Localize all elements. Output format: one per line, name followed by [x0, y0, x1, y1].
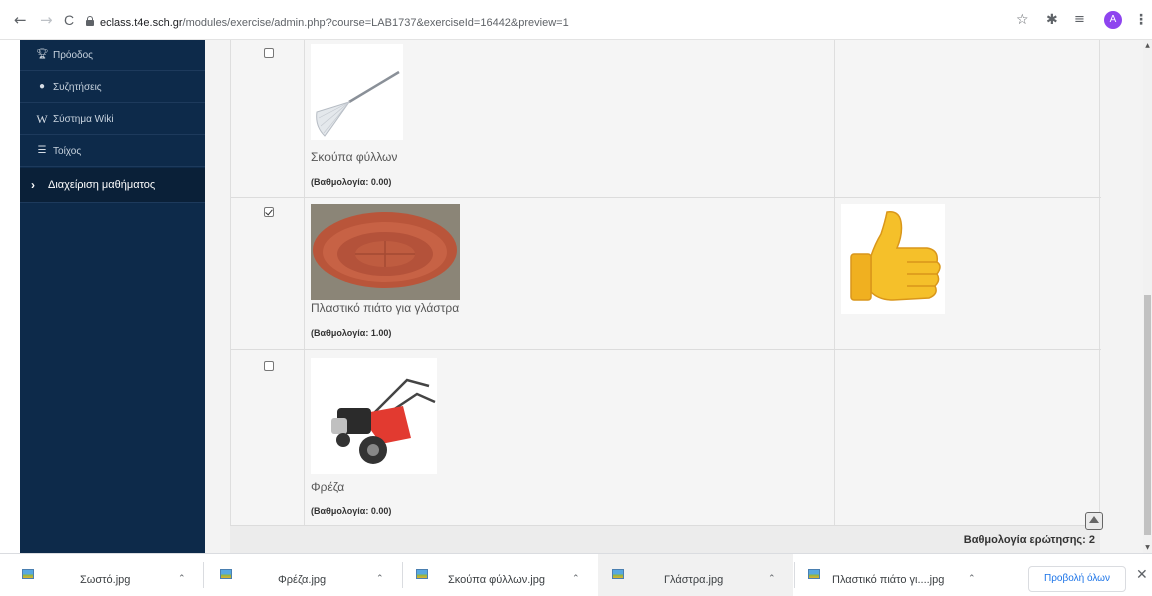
chevron-up-icon[interactable]: ⌃ — [768, 573, 776, 584]
sidebar-item-label: Συζητήσεις — [53, 82, 102, 93]
back-button[interactable]: ← — [14, 11, 27, 29]
trophy-icon: 🏆︎ — [36, 49, 49, 60]
answer-score: (Βαθμολογία: 0.00) — [311, 177, 392, 187]
answer-label: Φρέζα — [311, 480, 345, 494]
image-file-icon — [612, 569, 624, 579]
downloads-bar: Σωστό.jpg ⌃ Φρέζα.jpg ⌃ Σκούπα φύλλων.jp… — [0, 553, 1152, 596]
scroll-up-icon[interactable]: ▲ — [1144, 42, 1151, 49]
image-file-icon — [220, 569, 232, 579]
chevron-up-icon[interactable]: ⌃ — [178, 573, 186, 584]
sidebar-item-wall[interactable]: ☰ Τοίχος — [20, 136, 205, 167]
wiki-icon: W — [36, 112, 48, 126]
sidebar-item-discussions[interactable]: ● Συζητήσεις — [20, 72, 205, 103]
list-icon: ☰ — [37, 145, 47, 156]
sidebar-item-course-management[interactable]: › Διαχείριση μαθήματος — [20, 168, 205, 203]
sidebar-item-progress[interactable]: 🏆︎ Πρόοδος — [20, 40, 205, 71]
sidebar-item-label: Τοίχος — [53, 146, 82, 157]
sidebar: 🏆︎ Πρόοδος ● Συζητήσεις W Σύστημα Wiki ☰… — [20, 40, 205, 553]
scroll-to-top-button[interactable] — [1085, 512, 1103, 530]
address-bar[interactable]: eclass.t4e.sch.gr/modules/exercise/admin… — [100, 17, 569, 29]
show-all-downloads-button[interactable]: Προβολή όλων — [1028, 566, 1126, 592]
download-item[interactable]: Φρέζα.jpg ⌃ — [206, 554, 401, 596]
download-filename: Γλάστρα.jpg — [664, 574, 724, 586]
image-file-icon — [808, 569, 820, 579]
main-content: Σκούπα φύλλων (Βαθμολογία: 0.00) Πλαστικ… — [205, 40, 1143, 553]
plastic-saucer-image — [311, 204, 460, 300]
chevron-right-icon: › — [31, 178, 35, 192]
answer-score: (Βαθμολογία: 1.00) — [311, 328, 392, 338]
table-row: Σκούπα φύλλων (Βαθμολογία: 0.00) — [231, 40, 1101, 198]
sidebar-item-label: Διαχείριση μαθήματος — [48, 179, 156, 191]
answers-table: Σκούπα φύλλων (Βαθμολογία: 0.00) Πλαστικ… — [230, 40, 1101, 525]
extensions-icon[interactable]: ✱ — [1046, 11, 1058, 29]
image-file-icon — [416, 569, 428, 579]
sidebar-item-wiki[interactable]: W Σύστημα Wiki — [20, 104, 205, 135]
scroll-thumb[interactable] — [1144, 295, 1151, 535]
forward-button[interactable]: → — [40, 11, 53, 29]
leaf-rake-image — [311, 44, 403, 140]
answer-score: (Βαθμολογία: 0.00) — [311, 506, 392, 516]
rototiller-image — [311, 358, 437, 474]
answer-label: Σκούπα φύλλων — [311, 150, 398, 164]
answer-checkbox-checked[interactable] — [264, 207, 274, 217]
download-item[interactable]: Σωστό.jpg ⌃ — [0, 554, 200, 596]
url-path: /modules/exercise/admin.php?course=LAB17… — [182, 17, 569, 29]
download-item[interactable]: Γλάστρα.jpg ⌃ — [598, 554, 793, 596]
answer-checkbox[interactable] — [264, 48, 274, 58]
image-file-icon — [22, 569, 34, 579]
answer-checkbox[interactable] — [264, 361, 274, 371]
lock-icon[interactable] — [86, 16, 94, 26]
reload-button[interactable]: C — [64, 11, 74, 29]
download-filename: Σωστό.jpg — [80, 574, 131, 586]
url-host: eclass.t4e.sch.gr — [100, 17, 183, 29]
chevron-up-icon[interactable]: ⌃ — [572, 573, 580, 584]
avatar[interactable]: A — [1104, 11, 1122, 29]
chat-icon: ● — [38, 81, 46, 92]
menu-icon[interactable]: ⋮ — [1134, 11, 1148, 29]
download-item[interactable]: Σκούπα φύλλων.jpg ⌃ — [404, 554, 598, 596]
download-filename: Σκούπα φύλλων.jpg — [448, 574, 545, 586]
download-filename: Πλαστικό πιάτο γι....jpg — [832, 574, 945, 586]
thumbs-up-image — [841, 204, 945, 314]
table-row: Φρέζα (Βαθμολογία: 0.00) — [231, 350, 1101, 525]
browser-toolbar: ← → C eclass.t4e.sch.gr/modules/exercise… — [0, 0, 1152, 40]
chevron-up-icon[interactable]: ⌃ — [376, 573, 384, 584]
table-row: Πλαστικό πιάτο για γλάστρα (Βαθμολογία: … — [231, 198, 1101, 350]
question-score-bar: Βαθμολογία ερώτησης: 2 — [230, 525, 1100, 553]
sidebar-item-label: Πρόοδος — [53, 50, 93, 61]
download-filename: Φρέζα.jpg — [278, 574, 327, 586]
question-score: Βαθμολογία ερώτησης: 2 — [963, 534, 1095, 546]
star-icon[interactable]: ☆ — [1016, 11, 1029, 29]
close-icon[interactable]: ✕ — [1136, 567, 1148, 583]
scrollbar[interactable]: ▲ ▼ — [1143, 40, 1152, 553]
answer-label: Πλαστικό πιάτο για γλάστρα — [311, 301, 460, 315]
sidebar-item-label: Σύστημα Wiki — [53, 114, 114, 125]
download-item[interactable]: Πλαστικό πιάτο γι....jpg ⌃ — [796, 554, 996, 596]
chevron-up-icon[interactable]: ⌃ — [968, 573, 976, 584]
scroll-down-icon[interactable]: ▼ — [1144, 544, 1151, 551]
media-icon[interactable]: ≡ — [1074, 11, 1085, 29]
